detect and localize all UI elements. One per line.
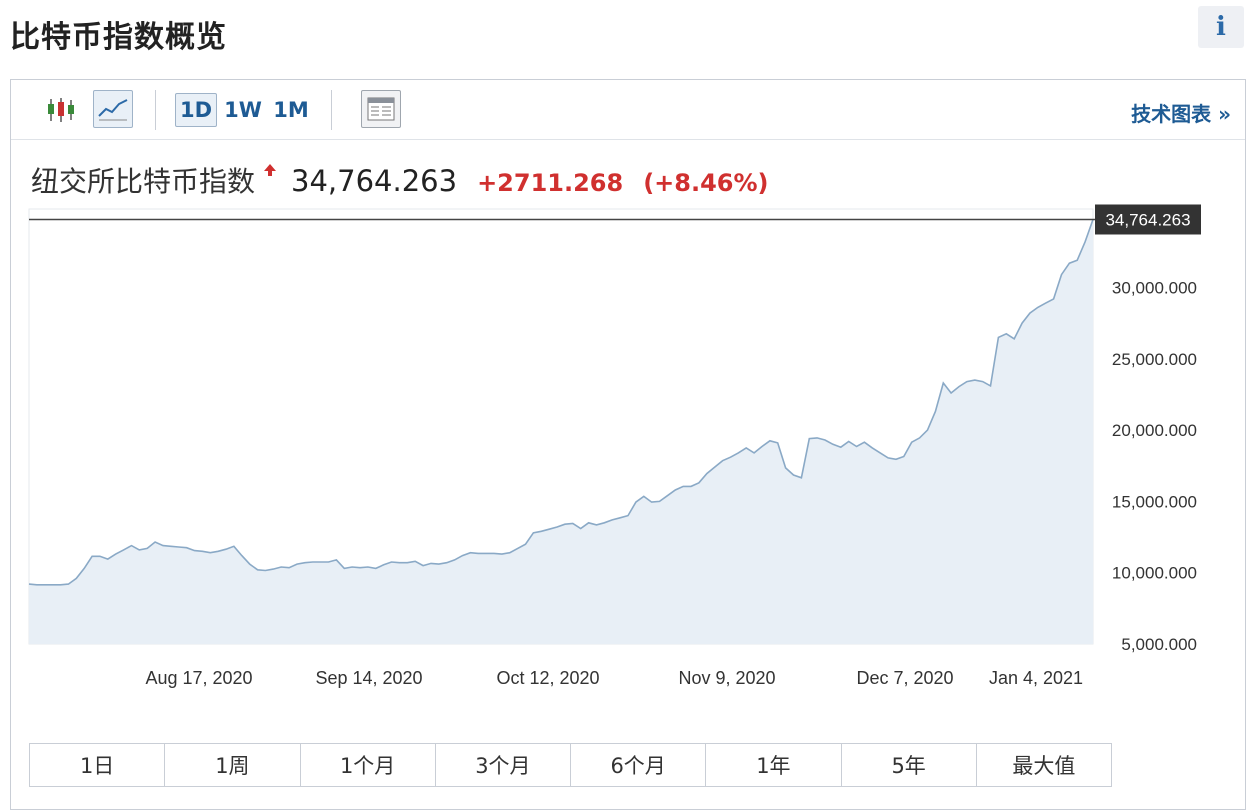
page-title: 比特币指数概览 xyxy=(10,20,227,55)
y-tick-label: 5,000.000 xyxy=(1121,635,1197,654)
y-tick-label: 25,000.000 xyxy=(1112,350,1197,369)
range-1m-button[interactable]: 1个月 xyxy=(300,744,436,786)
x-tick-label: Oct 12, 2020 xyxy=(496,668,599,688)
range-max-button[interactable]: 最大值 xyxy=(976,744,1111,786)
y-tick-label: 10,000.000 xyxy=(1112,564,1197,583)
price-area-chart: 34,764.263 5,000.000 10,000.000 15,000.000 2… xyxy=(28,204,1201,688)
y-tick-label: 15,000.000 xyxy=(1112,492,1197,511)
range-selector: 1日 1周 1个月 3个月 6个月 1年 5年 最大值 xyxy=(29,743,1112,787)
y-tick-label: 30,000.000 xyxy=(1112,278,1197,297)
last-value-label: 34,764.263 xyxy=(1105,210,1190,229)
info-icon: i xyxy=(1216,12,1226,42)
range-1d-button[interactable]: 1日 xyxy=(30,744,166,786)
range-5y-button[interactable]: 5年 xyxy=(841,744,977,786)
x-tick-label: Nov 9, 2020 xyxy=(678,668,775,688)
range-6m-button[interactable]: 6个月 xyxy=(571,744,707,786)
range-1w-button[interactable]: 1周 xyxy=(165,744,301,786)
x-tick-label: Sep 14, 2020 xyxy=(315,668,422,688)
x-tick-label: Jan 4, 2021 xyxy=(989,668,1083,688)
x-tick-label: Dec 7, 2020 xyxy=(856,668,953,688)
info-button[interactable]: i xyxy=(1198,6,1244,48)
x-tick-label: Aug 17, 2020 xyxy=(145,668,252,688)
y-tick-label: 20,000.000 xyxy=(1112,421,1197,440)
chart-panel: 1D 1W 1M 技术图表 » 纽交所比特币指数 34,764.263 +271… xyxy=(10,79,1246,810)
range-3m-button[interactable]: 3个月 xyxy=(435,744,571,786)
range-1y-button[interactable]: 1年 xyxy=(706,744,842,786)
